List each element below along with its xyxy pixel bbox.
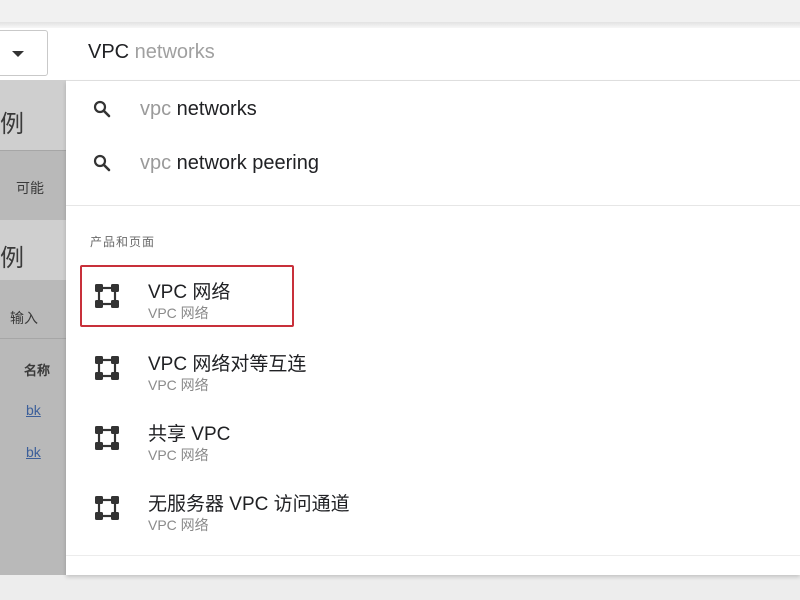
scope-dropdown[interactable] <box>0 30 48 76</box>
search-typed-text: VPC <box>88 41 130 63</box>
search-autocomplete-hint: networks <box>129 41 215 63</box>
bg-heading: 例 <box>0 111 24 138</box>
bg-input-placeholder: 输入 <box>10 310 38 326</box>
search-suggestion[interactable]: vpc network peering <box>66 139 800 187</box>
bottom-strip <box>0 575 800 600</box>
panel-bottom-divider <box>66 555 800 556</box>
product-title: 无服务器 VPC 访问通道 <box>148 494 350 515</box>
search-icon <box>93 154 111 172</box>
bg-text: 可能 <box>16 180 44 196</box>
product-subtitle: VPC 网络 <box>148 517 209 533</box>
search-icon <box>93 100 111 118</box>
section-title: 产品和页面 <box>90 235 156 249</box>
suggestion-label: vpc network peering <box>140 152 319 174</box>
network-icon <box>95 426 119 450</box>
bg-link: bk <box>26 402 41 418</box>
network-icon <box>95 496 119 520</box>
search-bar: VPC networks <box>66 30 800 81</box>
top-strip-shadow <box>0 22 800 28</box>
product-result-shared-vpc[interactable]: 共享 VPC VPC 网络 <box>66 405 800 471</box>
search-input[interactable]: VPC networks <box>88 41 688 69</box>
chevron-down-icon <box>12 51 24 57</box>
page: 例 可能 例 输入 名称 bk bk VPC networks vpc netw… <box>0 0 800 600</box>
search-suggestion[interactable]: vpc networks <box>66 85 800 133</box>
bg-column-header: 名称 <box>24 363 51 378</box>
product-subtitle: VPC 网络 <box>148 377 209 393</box>
bg-heading: 例 <box>0 245 24 272</box>
highlight-box <box>80 265 294 327</box>
section-divider <box>66 205 800 206</box>
product-title: 共享 VPC <box>148 424 231 445</box>
network-icon <box>95 356 119 380</box>
product-result-vpc-peering[interactable]: VPC 网络对等互连 VPC 网络 <box>66 335 800 401</box>
bg-link: bk <box>26 444 41 460</box>
background-page: 例 可能 例 输入 名称 bk bk <box>0 80 66 575</box>
suggestion-label: vpc networks <box>140 98 257 120</box>
search-results-panel: vpc networks vpc network peering 产品和页面 V… <box>66 81 800 575</box>
bg-divider <box>0 150 66 151</box>
product-subtitle: VPC 网络 <box>148 447 209 463</box>
product-title: VPC 网络对等互连 <box>148 354 307 375</box>
product-result-serverless-vpc-access[interactable]: 无服务器 VPC 访问通道 VPC 网络 <box>66 475 800 541</box>
bg-divider <box>0 338 66 339</box>
